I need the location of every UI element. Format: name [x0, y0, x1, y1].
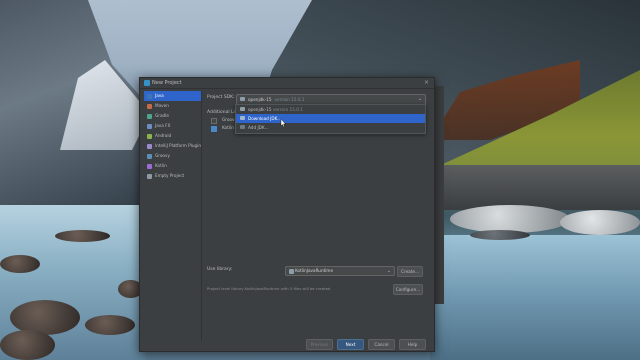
cancel-button[interactable]: Cancel	[368, 339, 395, 350]
sidebar-item-javafx[interactable]: Java FX	[144, 121, 201, 131]
sidebar-item-label: Maven	[155, 103, 169, 108]
kotlin-lib-checkbox[interactable]	[211, 126, 217, 132]
sdk-option-label: Download JDK...	[248, 116, 282, 121]
sidebar-item-maven[interactable]: Maven	[144, 101, 201, 111]
sidebar-item-label: IntelliJ Platform Plugin	[155, 143, 201, 148]
sdk-version: version 15.0.1	[274, 97, 305, 102]
sdk-option-label: Add JDK...	[248, 125, 269, 130]
use-library-value: KotlinJavaRuntime	[295, 268, 334, 273]
project-type-sidebar: Java Maven Gradle Java FX Android Intell…	[144, 91, 202, 341]
groovy-lib-checkbox[interactable]	[211, 118, 217, 124]
empty-project-icon	[147, 173, 152, 179]
sdk-option-add-jdk[interactable]: Add JDK...	[236, 123, 425, 132]
additional-libraries-label: Additional Lib	[207, 110, 238, 115]
sdk-selected-value: openjdk-15 version 15.0.1	[248, 96, 305, 103]
library-info-note: Project level library KotlinJavaRuntime …	[207, 286, 331, 291]
dialog-titlebar: New Project ×	[140, 78, 434, 89]
river-rock	[0, 330, 55, 360]
sidebar-item-groovy[interactable]: Groovy	[144, 151, 201, 161]
sidebar-item-label: Kotlin	[155, 163, 167, 168]
sidebar-item-label: Groovy	[155, 153, 170, 158]
create-library-button[interactable]: Create...	[397, 266, 423, 277]
sdk-dropdown-popup: openjdk-15 version 15.0.1 Download JDK..…	[235, 104, 426, 134]
plugin-icon	[147, 143, 152, 149]
use-library-combobox[interactable]: KotlinJavaRuntime ⌄	[285, 266, 395, 276]
folder-icon	[240, 97, 245, 101]
folder-icon	[240, 107, 245, 111]
use-library-label: Use library:	[207, 267, 233, 272]
close-icon[interactable]: ×	[424, 78, 429, 87]
sidebar-item-java[interactable]: Java	[144, 91, 201, 101]
sidebar-item-gradle[interactable]: Gradle	[144, 111, 201, 121]
project-sdk-label: Project SDK:	[207, 95, 235, 100]
help-button[interactable]: Help	[399, 339, 426, 350]
sdk-option-openjdk-15[interactable]: openjdk-15 version 15.0.1	[236, 105, 425, 114]
folder-icon	[147, 93, 152, 99]
sidebar-item-label: Java	[155, 93, 164, 98]
next-button[interactable]: Next	[337, 339, 364, 350]
riverbank-rocks	[440, 165, 640, 210]
sidebar-item-label: Android	[155, 133, 172, 138]
sidebar-item-label: Empty Project	[155, 173, 185, 178]
groovy-lib-label: Groov	[222, 117, 235, 122]
sidebar-item-android[interactable]: Android	[144, 131, 201, 141]
android-icon	[147, 133, 152, 139]
kotlin-lib-label: Kotlin	[222, 125, 234, 130]
chevron-down-icon: ⌄	[386, 268, 391, 274]
sidebar-item-empty-project[interactable]: Empty Project	[144, 171, 201, 181]
sidebar-item-intellij-platform-plugin[interactable]: IntelliJ Platform Plugin	[144, 141, 201, 151]
river-rock	[0, 255, 40, 273]
sdk-option-version: version 15.0.1	[272, 107, 303, 112]
groovy-icon	[147, 153, 152, 159]
library-icon	[289, 269, 294, 274]
river-rock	[470, 230, 530, 240]
river-rock	[55, 230, 110, 242]
download-icon	[240, 116, 245, 120]
previous-button[interactable]: Previous	[306, 339, 333, 350]
river-rock	[85, 315, 135, 335]
chevron-down-icon: ⌄	[417, 96, 422, 102]
sdk-name: openjdk-15	[248, 97, 272, 102]
dialog-title: New Project	[152, 80, 182, 86]
sdk-option-label: openjdk-15 version 15.0.1	[248, 106, 303, 113]
sidebar-item-label: Gradle	[155, 113, 169, 118]
sdk-option-download-jdk[interactable]: Download JDK...	[236, 114, 425, 123]
gradle-icon	[147, 113, 152, 119]
sidebar-item-kotlin[interactable]: Kotlin	[144, 161, 201, 171]
javafx-icon	[147, 123, 152, 129]
configure-button[interactable]: Configure...	[393, 284, 423, 295]
maven-icon	[147, 103, 152, 109]
kotlin-icon	[147, 163, 152, 169]
river-rock	[450, 205, 570, 233]
river-rock	[560, 210, 640, 235]
mouse-pointer-icon	[280, 119, 286, 128]
sidebar-item-label: Java FX	[155, 123, 171, 128]
river-water-right	[430, 235, 640, 360]
intellij-app-icon	[144, 80, 150, 86]
sdk-option-name: openjdk-15	[248, 107, 272, 112]
add-icon	[240, 125, 245, 129]
